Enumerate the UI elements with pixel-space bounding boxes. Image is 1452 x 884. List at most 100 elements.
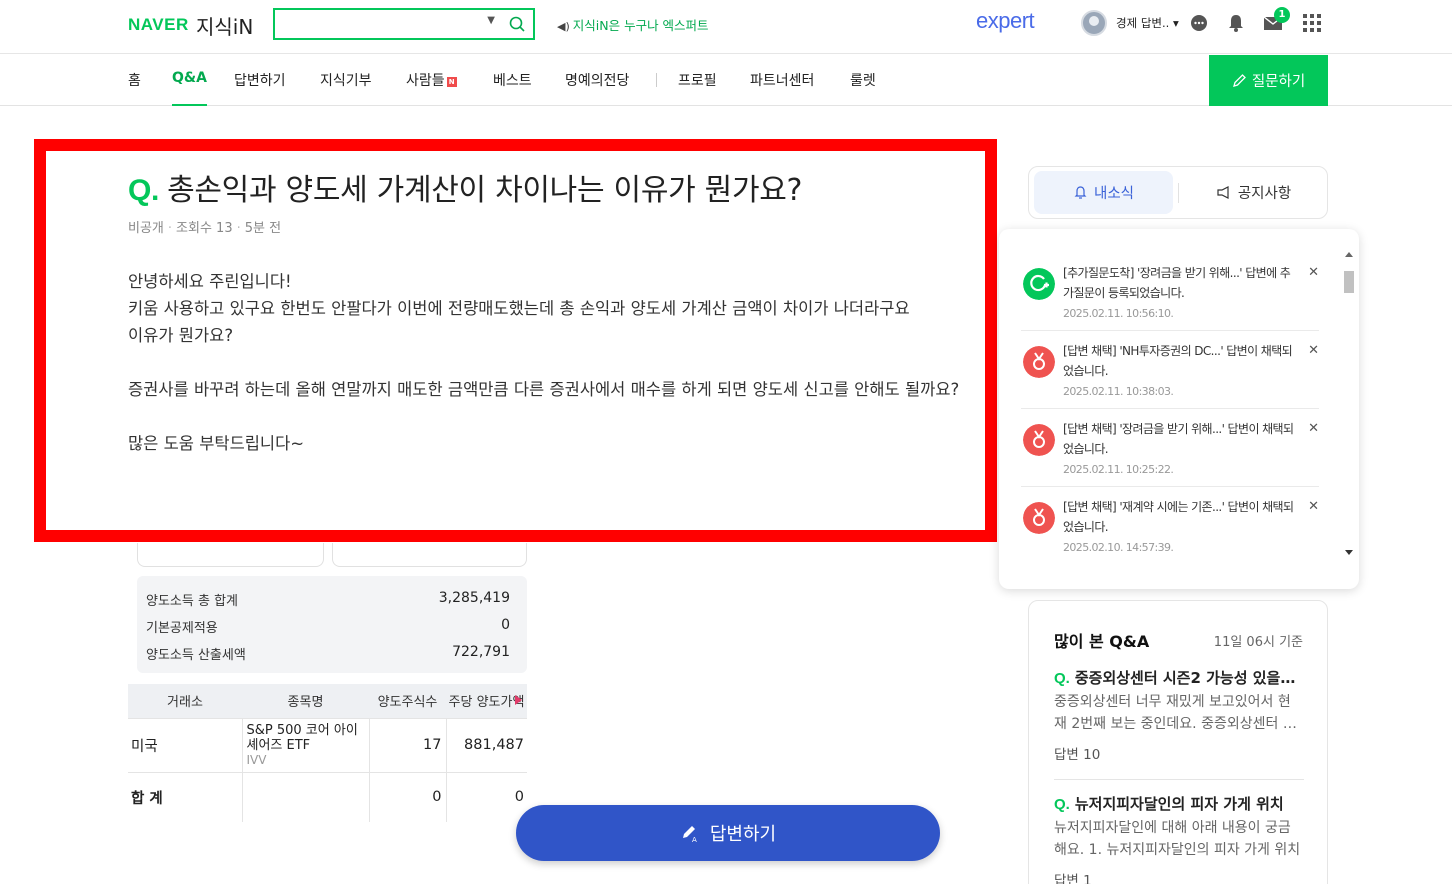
close-icon[interactable]: ✕ xyxy=(1308,499,1319,514)
nav-divider xyxy=(656,73,657,87)
notification-item[interactable]: [답변 채택] '재계약 시에는 기존...' 답변이 채택되었습니다. 202… xyxy=(1021,487,1319,565)
close-icon[interactable]: ✕ xyxy=(1308,265,1319,280)
stock-ticker: IVV xyxy=(246,752,267,767)
expert-logo[interactable]: expert xyxy=(976,8,1035,34)
nav-home[interactable]: 홈 xyxy=(128,70,141,90)
summary-row: 양도소득 산출세액 722,791 xyxy=(146,644,510,664)
notification-panel: [추가질문도착] '장려금을 받기 위해...' 답변에 추가질문이 등록되었습… xyxy=(999,229,1359,589)
popular-item-title-text: 뉴저지피자달인의 피자 가게 위치 xyxy=(1074,795,1284,813)
question-title-text: 총손익과 양도세 가계산이 차이나는 이유가 뭔가요? xyxy=(167,173,803,208)
user-menu[interactable]: 경제 답변.. ▾ xyxy=(1116,15,1179,31)
summary-label: 양도소득 산출세액 xyxy=(146,648,246,663)
nav-donation[interactable]: 지식기부 xyxy=(320,70,372,90)
popular-item-answers: 답변 1 xyxy=(1054,873,1092,884)
nav-answer[interactable]: 답변하기 xyxy=(234,70,286,90)
nav-partner-center[interactable]: 파트너센터 xyxy=(750,70,814,90)
tab-my-news[interactable]: 내소식 xyxy=(1034,171,1173,214)
pencil-icon xyxy=(1232,74,1246,87)
caret-down-icon[interactable]: ▼ xyxy=(487,15,495,26)
notification-item[interactable]: [추가질문도착] '장려금을 받기 위해...' 답변에 추가질문이 등록되었습… xyxy=(1021,253,1319,331)
body-line xyxy=(128,403,966,430)
nav-people-label: 사람들 xyxy=(406,73,445,89)
news-tabs: 내소식 공지사항 xyxy=(1028,166,1328,219)
search-icon[interactable] xyxy=(507,14,527,34)
body-line: 증권사를 바꾸려 하는데 올해 연말까지 매도한 금액만큼 다른 증권사에서 매… xyxy=(128,380,960,399)
table-row: 미국 S&P 500 코어 아이셰어즈 ETF IVV 17 881,487 xyxy=(128,717,527,772)
scroll-up-icon[interactable] xyxy=(1343,249,1355,259)
nav-profile[interactable]: 프로필 xyxy=(678,70,717,90)
notification-time: 2025.02.11. 10:56:10. xyxy=(1063,307,1174,320)
question-body: 안녕하세요 주린입니다! 키움 사용하고 있구요 한번도 안팔다가 이번에 전량… xyxy=(128,268,966,457)
tab-divider xyxy=(1178,183,1179,203)
popular-item-title-text: 중증외상센터 시즌2 가능성 있을까요? xyxy=(1074,669,1302,687)
popular-title: 많이 본 Q&A xyxy=(1054,632,1150,651)
scroll-thumb[interactable] xyxy=(1344,271,1354,293)
nav-qna[interactable]: Q&A xyxy=(172,70,207,106)
kin-logo[interactable]: 지식iN xyxy=(196,11,253,40)
nav-roulette[interactable]: 룰렛 xyxy=(850,70,876,90)
naver-logo[interactable]: NAVER xyxy=(128,15,189,35)
popular-qna: 많이 본 Q&A 11일 06시 기준 Q. 중증외상센터 시즌2 가능성 있을까… xyxy=(1028,600,1328,884)
tab-stubs xyxy=(137,543,527,567)
tab-my-news-label: 내소식 xyxy=(1093,186,1135,202)
main-nav: 홈 Q&A 답변하기 지식기부 사람들 N 베스트 명예의전당 프로필 파트너센터… xyxy=(0,55,1452,106)
medal-icon xyxy=(1023,502,1055,534)
popular-item[interactable]: Q. 뉴저지피자달인의 피자 가게 위치 뉴저지피자달인에 대해 아래 내용이 궁… xyxy=(1054,793,1302,884)
summary-label: 양도소득 총 합계 xyxy=(146,594,238,609)
tab-notice-label: 공지사항 xyxy=(1237,186,1292,202)
popular-item-title: Q. 중증외상센터 시즌2 가능성 있을까요? xyxy=(1054,667,1302,688)
cell-stock xyxy=(242,771,370,822)
scroll-right-arrow-icon[interactable] xyxy=(515,695,522,705)
popular-item[interactable]: Q. 중증외상센터 시즌2 가능성 있을까요? 중증외상센터 너무 재밌게 보고있… xyxy=(1054,667,1302,763)
notification-time: 2025.02.10. 14:57:39. xyxy=(1063,541,1174,554)
divider xyxy=(1054,779,1304,780)
nav-hall-of-fame[interactable]: 명예의전당 xyxy=(565,70,629,90)
notification-item[interactable]: [답변 채택] 'NH투자증권의 DC...' 답변이 채택되었습니다. 202… xyxy=(1021,331,1319,409)
bell-icon[interactable] xyxy=(1225,12,1247,34)
body-line: 많은 도움 부탁드립니다~ xyxy=(128,434,305,453)
notification-scrollbar[interactable] xyxy=(1342,241,1354,563)
medal-icon xyxy=(1023,424,1055,456)
close-icon[interactable]: ✕ xyxy=(1308,343,1319,358)
question-title: Q. 총손익과 양도세 가계산이 차이나는 이유가 뭔가요? xyxy=(128,165,802,209)
stock-name: S&P 500 코어 아이셰어즈 ETF xyxy=(246,722,358,753)
cell-stock: S&P 500 코어 아이셰어즈 ETF IVV xyxy=(242,717,370,772)
body-line xyxy=(128,349,966,376)
scroll-down-icon[interactable] xyxy=(1343,548,1355,558)
popular-item-desc: 중증외상센터 너무 재밌게 보고있어서 현재 2번째 보는 중인데요. 중증외상… xyxy=(1054,694,1296,732)
popular-timestamp: 11일 06시 기준 xyxy=(1213,635,1303,650)
chat-icon[interactable] xyxy=(1188,12,1210,34)
summary-value: 0 xyxy=(501,617,510,633)
stub-left xyxy=(137,543,324,567)
apps-grid-icon[interactable] xyxy=(1301,12,1323,34)
close-icon[interactable]: ✕ xyxy=(1308,421,1319,436)
nav-best[interactable]: 베스트 xyxy=(493,70,532,90)
write-answer-icon: A xyxy=(682,826,697,843)
answer-button[interactable]: A 답변하기 xyxy=(516,805,940,861)
q-mark: Q. xyxy=(1054,796,1070,813)
notification-item[interactable]: [답변 채택] '장려금을 받기 위해...' 답변이 채택되었습니다. 202… xyxy=(1021,409,1319,487)
search-input[interactable] xyxy=(283,10,483,38)
notification-text: [답변 채택] '장려금을 받기 위해...' 답변이 채택되었습니다. xyxy=(1063,422,1294,456)
notification-text: [답변 채택] 'NH투자증권의 DC...' 답변이 채택되었습니다. xyxy=(1063,344,1293,378)
nav-people[interactable]: 사람들 N xyxy=(406,70,457,90)
question-author: 비공개 xyxy=(128,221,164,236)
ask-question-button[interactable]: 질문하기 xyxy=(1209,55,1328,106)
megaphone-icon xyxy=(1217,186,1229,199)
search-box: ▼ xyxy=(273,8,535,40)
bell-icon xyxy=(1074,186,1087,199)
tab-notice[interactable]: 공지사항 xyxy=(1184,171,1323,214)
question-time: 5분 전 xyxy=(244,221,282,236)
tax-detail-table: 거래소 종목명 양도주식수 주당 양도가액 미국 S&P 500 코어 아이셰어… xyxy=(128,684,527,822)
ask-question-label: 질문하기 xyxy=(1251,74,1306,90)
notification-time: 2025.02.11. 10:25:22. xyxy=(1063,463,1174,476)
summary-row: 기본공제적용 0 xyxy=(146,617,510,637)
cell-exchange: 합 계 xyxy=(128,771,243,822)
notice-text: 지식iN은 누구나 엑스퍼트 xyxy=(572,18,709,33)
popular-item-title: Q. 뉴저지피자달인의 피자 가게 위치 xyxy=(1054,793,1302,814)
summary-value: 722,791 xyxy=(452,644,510,660)
expert-notice-link[interactable]: ◀) 지식iN은 누구나 엑스퍼트 xyxy=(557,15,709,34)
summary-row: 양도소득 총 합계 3,285,419 xyxy=(146,590,510,610)
svg-text:A: A xyxy=(692,836,697,843)
avatar[interactable] xyxy=(1081,10,1107,36)
